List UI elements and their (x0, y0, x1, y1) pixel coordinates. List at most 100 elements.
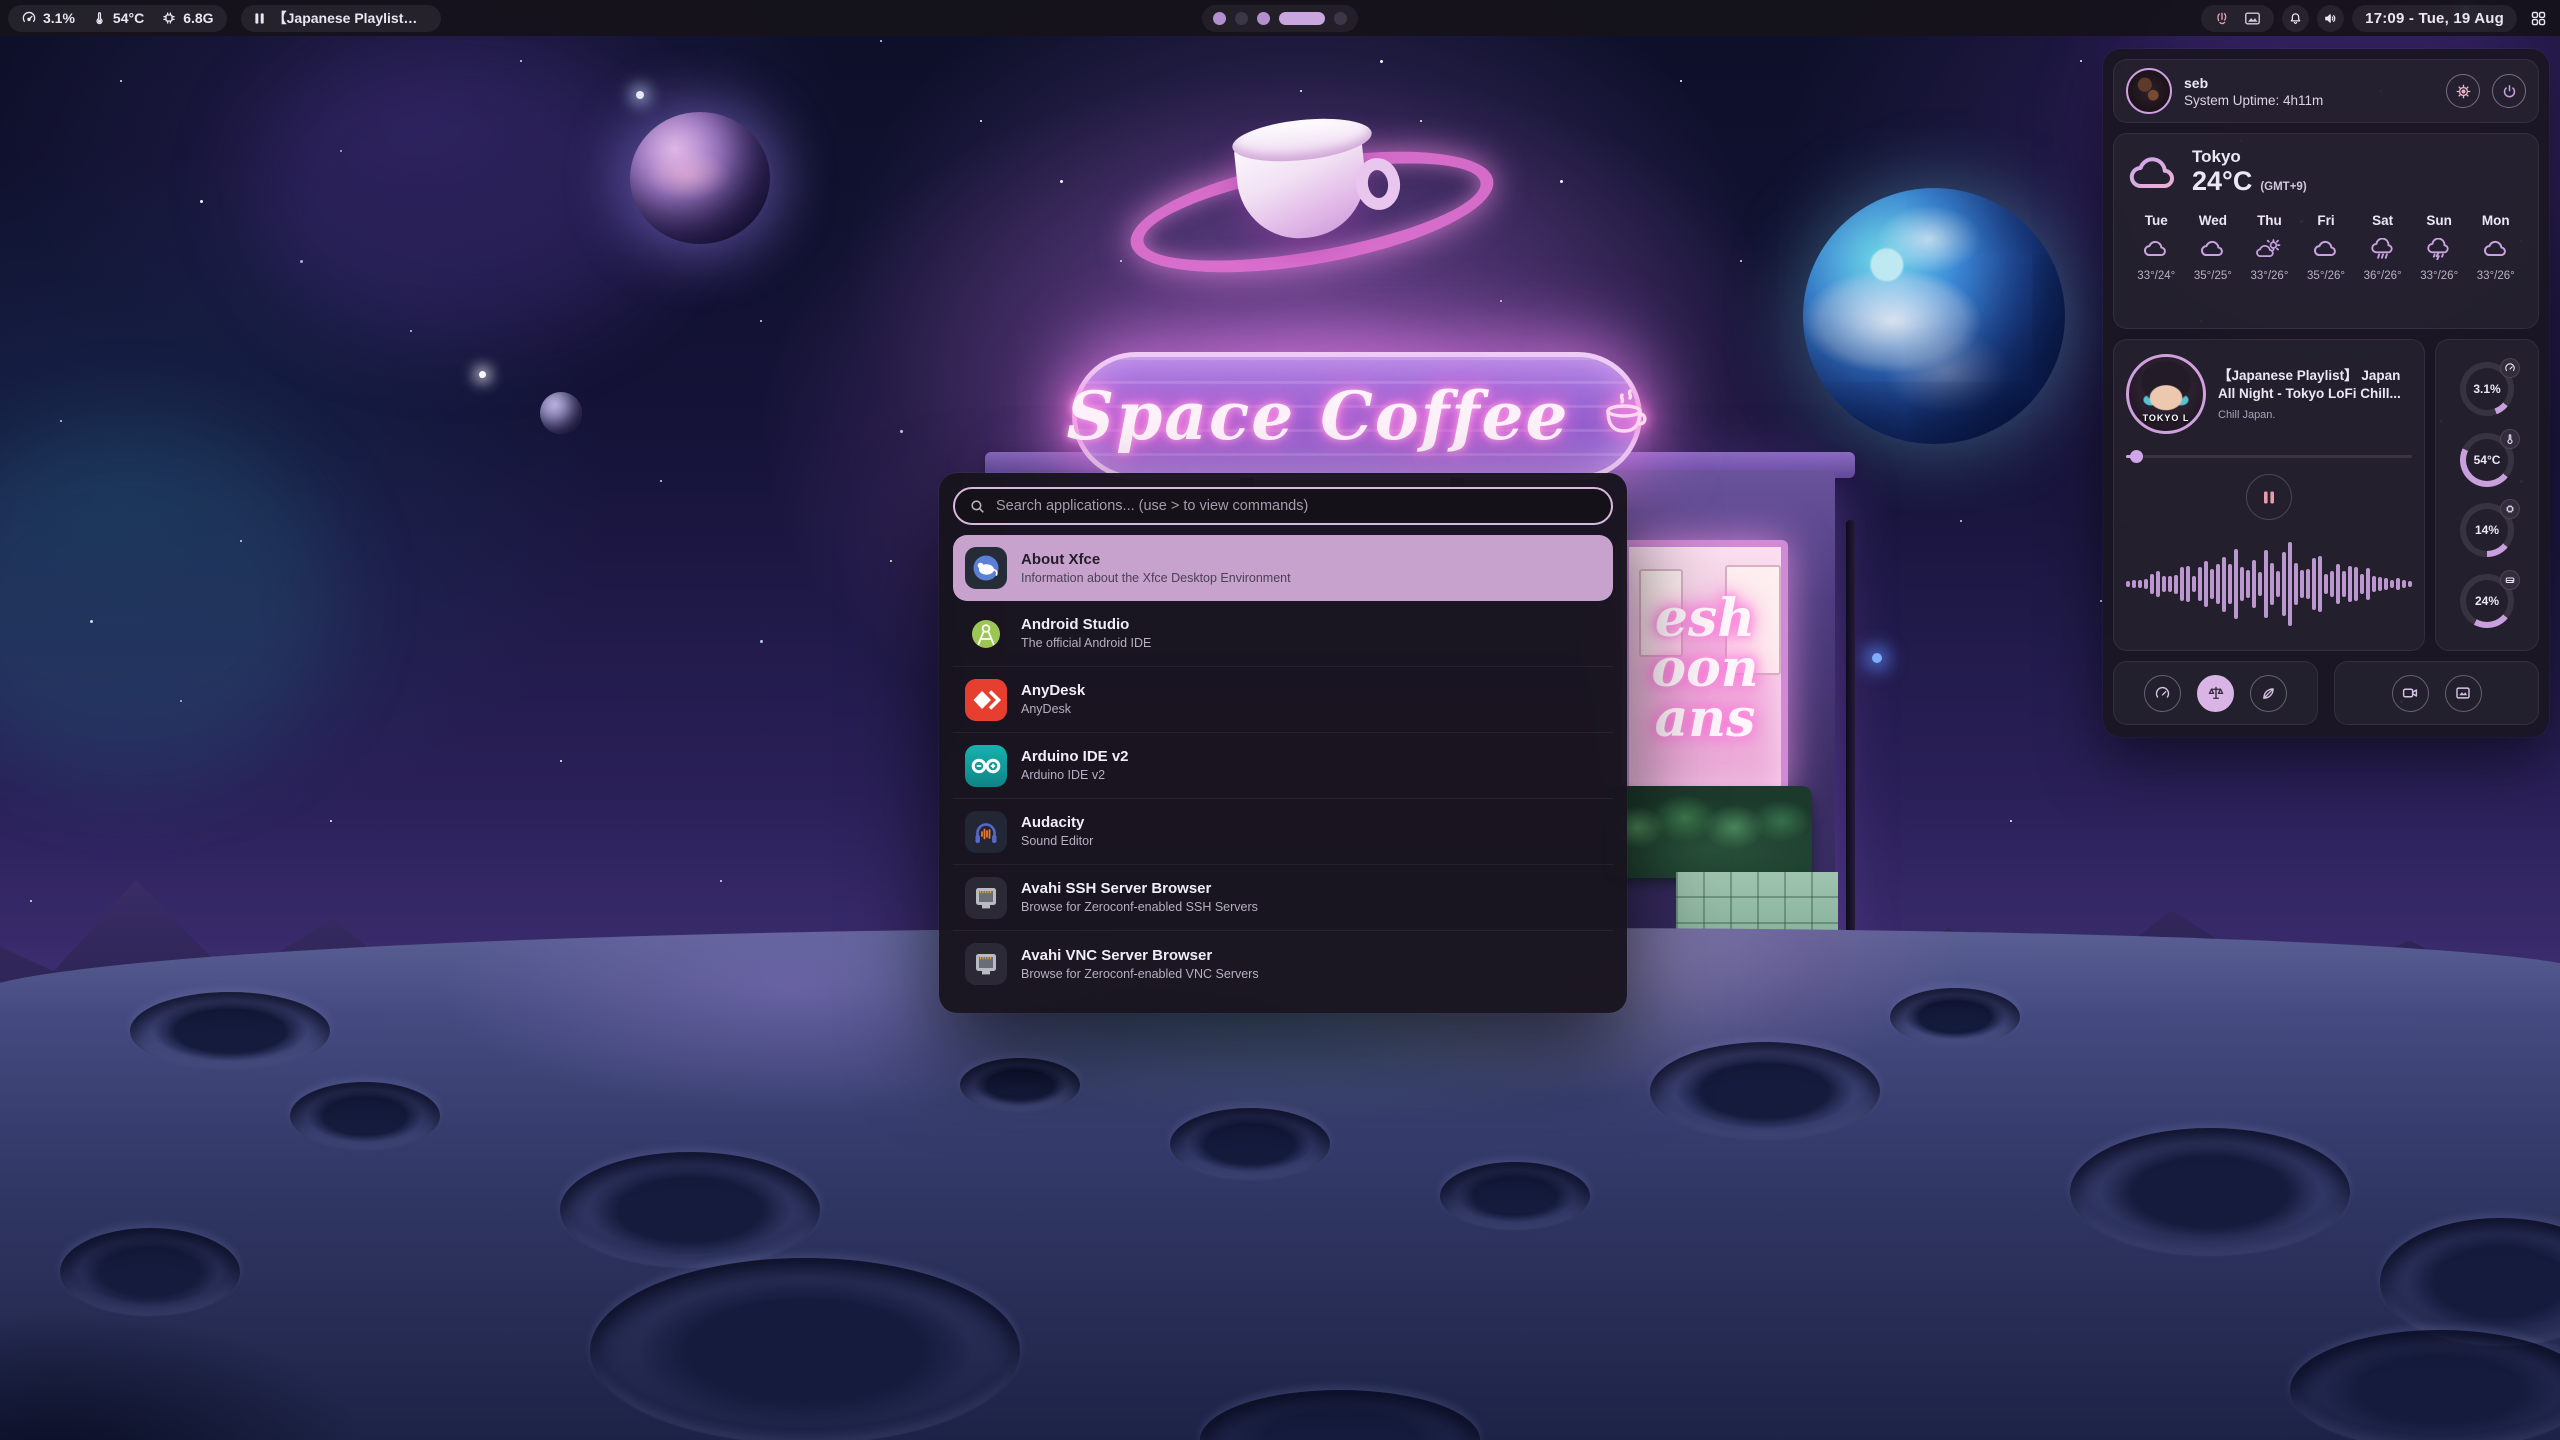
seek-bar[interactable] (2126, 450, 2412, 462)
window-neon-line: oon (1629, 645, 1781, 693)
app-title: AnyDesk (1021, 682, 1085, 699)
workspace-dot-3[interactable] (1257, 12, 1270, 25)
speedometer-icon (21, 10, 37, 26)
forecast-temps: 33°/24° (2137, 270, 2175, 282)
power-icon (2501, 83, 2518, 100)
workspace-dot-2[interactable] (1235, 12, 1248, 25)
balanced-profile-button[interactable] (2197, 675, 2234, 712)
shop-window: esh oon ans (1622, 540, 1788, 798)
gesture-icon[interactable] (2214, 10, 2230, 26)
wallpaper-icon[interactable] (2244, 11, 2261, 26)
forecast-day: Mon 33°/26° (2467, 213, 2524, 282)
bright-star (1872, 653, 1882, 663)
app-row-avahi-vnc[interactable]: Avahi VNC Server Browser Browse for Zero… (953, 931, 1613, 997)
app-description: Browse for Zeroconf-enabled VNC Servers (1021, 967, 1259, 981)
app-row-anydesk[interactable]: AnyDesk AnyDesk (953, 667, 1613, 733)
workspace-switcher[interactable] (1202, 5, 1358, 32)
app-row-audacity[interactable]: Audacity Sound Editor (953, 799, 1613, 865)
app-title: Arduino IDE v2 (1021, 748, 1129, 765)
album-art-caption: TOKYO L (2129, 413, 2203, 423)
clock-label: 17:09 - Tue, 19 Aug (2365, 10, 2504, 27)
system-stats-pill[interactable]: 3.1% 54°C 6.8G (8, 5, 227, 32)
memory-value: 6.8G (183, 10, 213, 26)
window-neon-line: esh (1629, 595, 1781, 643)
bell-icon (2288, 11, 2303, 26)
nebula (250, 40, 670, 340)
app-grid-button[interactable] (2525, 5, 2552, 32)
crater (2070, 1128, 2350, 1256)
launcher-search[interactable] (953, 487, 1613, 525)
capture-card (2334, 661, 2539, 725)
speedometer-icon (2154, 685, 2171, 702)
crater (1440, 1162, 1590, 1230)
settings-button[interactable] (2446, 74, 2480, 108)
app-row-arduino[interactable]: Arduino IDE v2 Arduino IDE v2 (953, 733, 1613, 799)
apps-grid-icon (2530, 10, 2547, 27)
workspace-dot-4-active[interactable] (1279, 12, 1325, 25)
app-title: Audacity (1021, 814, 1093, 831)
forecast-day: Thu 33°/26° (2241, 213, 2298, 282)
seek-handle[interactable] (2130, 450, 2143, 463)
sun-cloud-icon (2255, 238, 2283, 260)
small-moon (540, 392, 582, 434)
power-profile-card (2113, 661, 2318, 725)
window-neon-sign: esh oon ans (1629, 547, 1781, 791)
media-player-card: TOKYO L 【Japanese Playlist】 Japan All Ni… (2113, 339, 2425, 651)
forecast-temps: 33°/26° (2250, 270, 2288, 282)
volume-icon (2323, 11, 2338, 26)
cloud-icon (2142, 238, 2170, 260)
app-row-about-xfce[interactable]: About Xfce Information about the Xfce De… (953, 535, 1613, 601)
powersave-profile-button[interactable] (2250, 675, 2287, 712)
app-description: AnyDesk (1021, 702, 1085, 716)
workspace-dot-1[interactable] (1213, 12, 1226, 25)
forecast-day: Sat 36°/26° (2354, 213, 2411, 282)
forecast-day-label: Tue (2145, 213, 2168, 228)
app-title: About Xfce (1021, 551, 1291, 568)
cpu-gauge: 3.1% (2460, 362, 2514, 416)
app-description: The official Android IDE (1021, 636, 1151, 650)
thermometer-icon (2500, 429, 2520, 449)
notifications-button[interactable] (2282, 5, 2309, 32)
now-playing-pill[interactable]: 【Japanese Playlist】 J... (241, 5, 441, 32)
forecast-day-label: Fri (2317, 213, 2334, 228)
cpu-usage-stat: 3.1% (21, 10, 75, 26)
video-camera-icon (2401, 684, 2419, 702)
seek-track (2126, 455, 2412, 458)
username: seb (2184, 75, 2434, 91)
rain-cloud-icon (2369, 238, 2397, 260)
forecast-day-label: Sat (2372, 213, 2393, 228)
now-playing-label: 【Japanese Playlist】 J... (273, 8, 428, 28)
neon-sign: Space Coffee (1072, 352, 1642, 480)
waveform (2126, 532, 2412, 636)
bright-star (479, 371, 486, 378)
forecast-day: Tue 33°/24° (2128, 213, 2185, 282)
weather-temp: 24°C (2192, 167, 2252, 195)
crater (1170, 1108, 1330, 1180)
screen-record-button[interactable] (2392, 675, 2429, 712)
temperature-value: 54°C (113, 10, 144, 26)
crater (1890, 988, 2020, 1046)
app-title: Avahi VNC Server Browser (1021, 947, 1259, 964)
search-input[interactable] (996, 498, 1597, 514)
power-button[interactable] (2492, 74, 2526, 108)
play-pause-button[interactable] (2246, 474, 2292, 520)
neon-coffee-cup-icon (1584, 387, 1648, 445)
forecast-temps: 33°/26° (2477, 270, 2515, 282)
user-card: seb System Uptime: 4h11m (2113, 59, 2539, 123)
forecast-day: Sun 33°/26° (2411, 213, 2468, 282)
album-art: TOKYO L (2126, 354, 2206, 434)
volume-button[interactable] (2317, 5, 2344, 32)
crater (1650, 1042, 1880, 1140)
speedometer-icon (2500, 358, 2520, 378)
workspace-dot-5[interactable] (1334, 12, 1347, 25)
performance-profile-button[interactable] (2144, 675, 2181, 712)
window-neon-line: ans (1629, 695, 1781, 743)
screenshot-button[interactable] (2445, 675, 2482, 712)
clock-pill[interactable]: 17:09 - Tue, 19 Aug (2352, 5, 2517, 32)
app-row-android-studio[interactable]: Android Studio The official Android IDE (953, 601, 1613, 667)
app-row-avahi-ssh[interactable]: Avahi SSH Server Browser Browse for Zero… (953, 865, 1613, 931)
cloud-icon (2199, 238, 2227, 260)
weather-cloud-icon (2128, 152, 2180, 192)
bright-star (636, 91, 644, 99)
neon-sign-text: Space Coffee (1066, 377, 1569, 455)
